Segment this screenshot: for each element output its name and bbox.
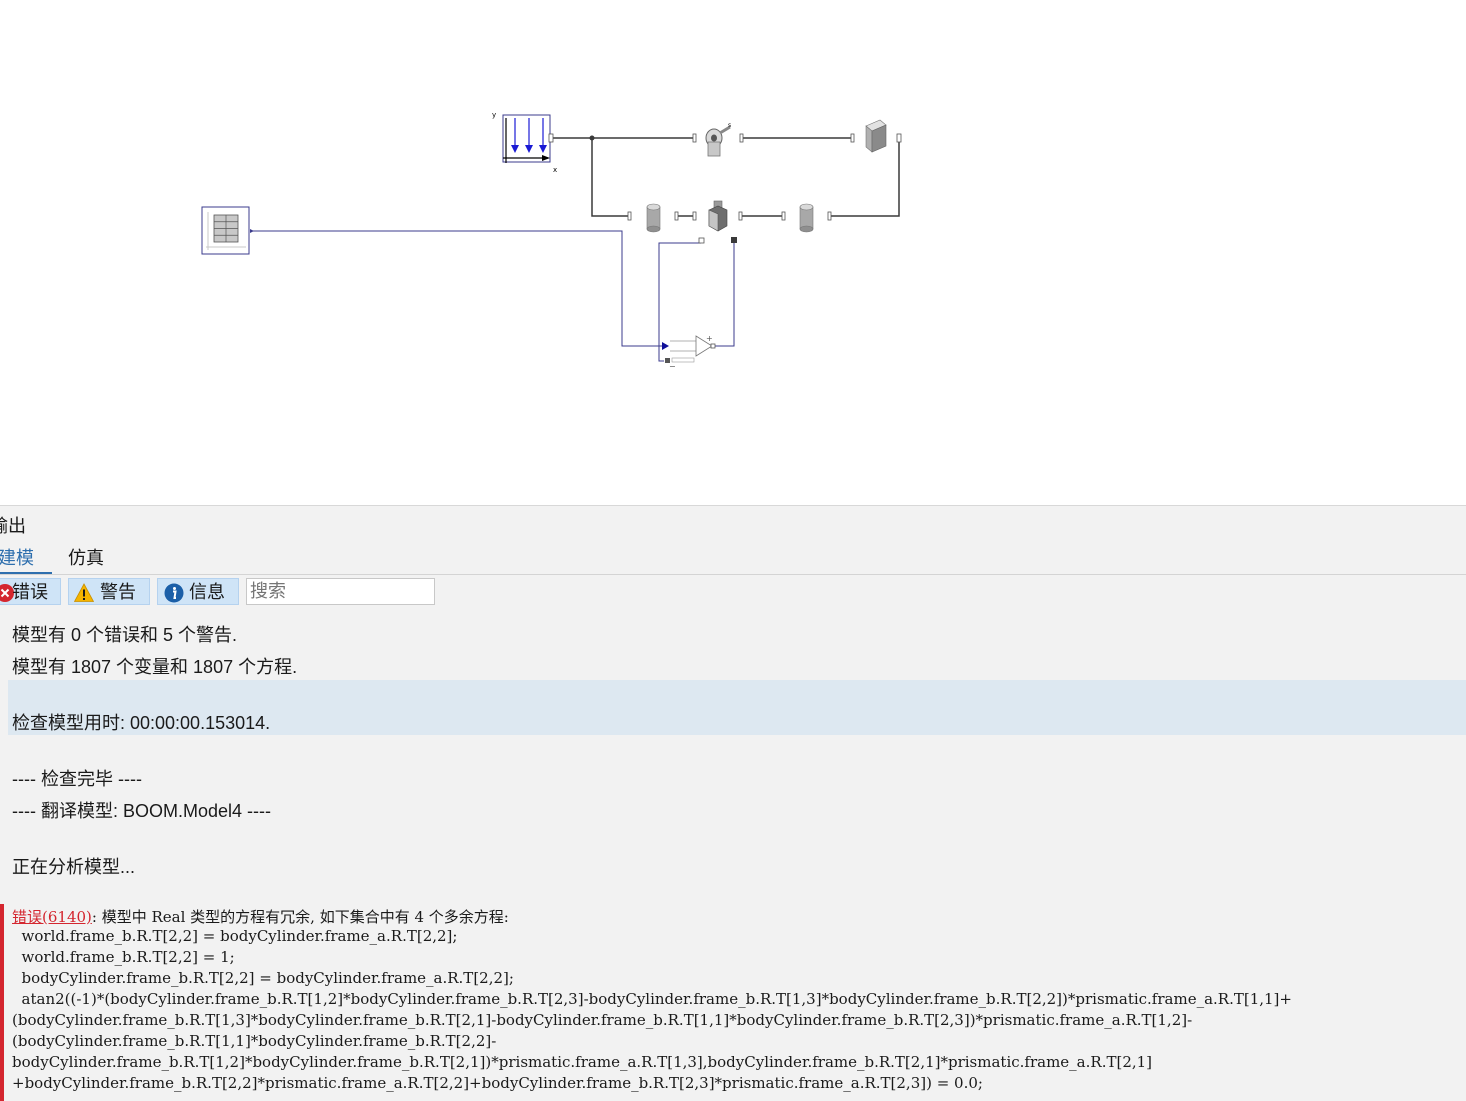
output-panel: 输出 建模 仿真 错误 警告 信息	[0, 505, 1466, 1101]
message-check-time: 检查模型用时: 00:00:00.153014.	[12, 713, 271, 733]
info-icon	[164, 583, 184, 603]
box-body-component[interactable]	[850, 119, 902, 153]
panel-title: 输出	[0, 516, 26, 536]
connection-sensor-feedback[interactable]	[658, 242, 701, 362]
junction-dot	[589, 135, 595, 141]
error-line: atan2((-1)*(bodyCylinder.frame_b.R.T[1,2…	[12, 990, 1292, 1008]
error-header: 错误(6140): 模型中 Real 类型的方程有冗余, 如下集合中有 4 个多…	[12, 906, 509, 927]
error-message-block: 错误(6140): 模型中 Real 类型的方程有冗余, 如下集合中有 4 个多…	[0, 904, 1466, 1101]
search-input[interactable]	[246, 578, 435, 605]
error-line: (bodyCylinder.frame_b.R.T[1,1]*bodyCylin…	[12, 1032, 497, 1050]
diagram-svg: y x s + −	[201, 111, 902, 371]
connection-table-feedback[interactable]	[252, 230, 662, 347]
error-line: bodyCylinder.frame_b.R.T[2,2] = bodyCyli…	[12, 969, 514, 987]
time-table-component[interactable]	[201, 206, 254, 255]
feedback-plus-sign: +	[706, 334, 713, 343]
connection-box-cylinder2[interactable]	[830, 142, 900, 217]
error-line: world.frame_b.R.T[2,2] = 1;	[12, 948, 235, 966]
feedback-component[interactable]: + −	[662, 334, 716, 371]
connection-world-cylinder1[interactable]	[591, 138, 628, 217]
message-check-done: ---- 检查完毕 ----	[12, 769, 142, 789]
error-line: bodyCylinder.frame_b.R.T[1,2]*bodyCylind…	[12, 1053, 1153, 1071]
error-line: (bodyCylinder.frame_b.R.T[1,3]*bodyCylin…	[12, 1011, 1193, 1029]
error-line: world.frame_b.R.T[2,2] = bodyCylinder.fr…	[12, 927, 458, 945]
error-code-link[interactable]: 错误(6140)	[12, 908, 92, 926]
error-line: +bodyCylinder.frame_b.R.T[2,2]*prismatic…	[12, 1074, 983, 1092]
revolute-component[interactable]: s	[692, 122, 744, 157]
body-cylinder2-component[interactable]	[781, 203, 832, 233]
error-description: : 模型中 Real 类型的方程有冗余, 如下集合中有 4 个多余方程:	[91, 908, 509, 926]
world-component[interactable]: y x	[492, 111, 557, 174]
output-tabs: 建模 仿真	[0, 546, 1466, 575]
diagram-canvas[interactable]: y x s + −	[0, 0, 1466, 505]
message-analyzing: 正在分析模型...	[12, 857, 136, 877]
world-axis-x: x	[553, 166, 557, 174]
tab-simulation[interactable]: 仿真	[68, 546, 104, 572]
connection-feedback-actuator[interactable]	[713, 240, 735, 347]
connections	[551, 137, 900, 217]
filter-error-button[interactable]: 错误	[0, 578, 61, 605]
filter-info-button[interactable]: 信息	[157, 578, 239, 605]
revolute-label: s	[728, 122, 731, 129]
warning-icon	[74, 583, 94, 602]
body-cylinder-component[interactable]	[627, 203, 679, 233]
message-variable-summary: 模型有 1807 个变量和 1807 个方程.	[12, 657, 298, 677]
error-marker-bar	[0, 904, 4, 1101]
signal-connections	[252, 230, 735, 362]
world-axis-y: y	[492, 111, 496, 119]
filter-error-label: 错误	[12, 582, 48, 602]
filter-warning-label: 警告	[100, 582, 136, 602]
prismatic-component[interactable]	[692, 200, 743, 244]
filter-warning-button[interactable]: 警告	[68, 578, 150, 605]
message-error-summary: 模型有 0 个错误和 5 个警告.	[12, 625, 238, 645]
message-translate: ---- 翻译模型: BOOM.Model4 ----	[12, 801, 271, 821]
tab-modeling[interactable]: 建模	[0, 546, 52, 574]
filter-toolbar: 错误 警告 信息	[0, 576, 1466, 608]
filter-info-label: 信息	[189, 582, 225, 602]
feedback-minus-sign: −	[669, 362, 676, 371]
